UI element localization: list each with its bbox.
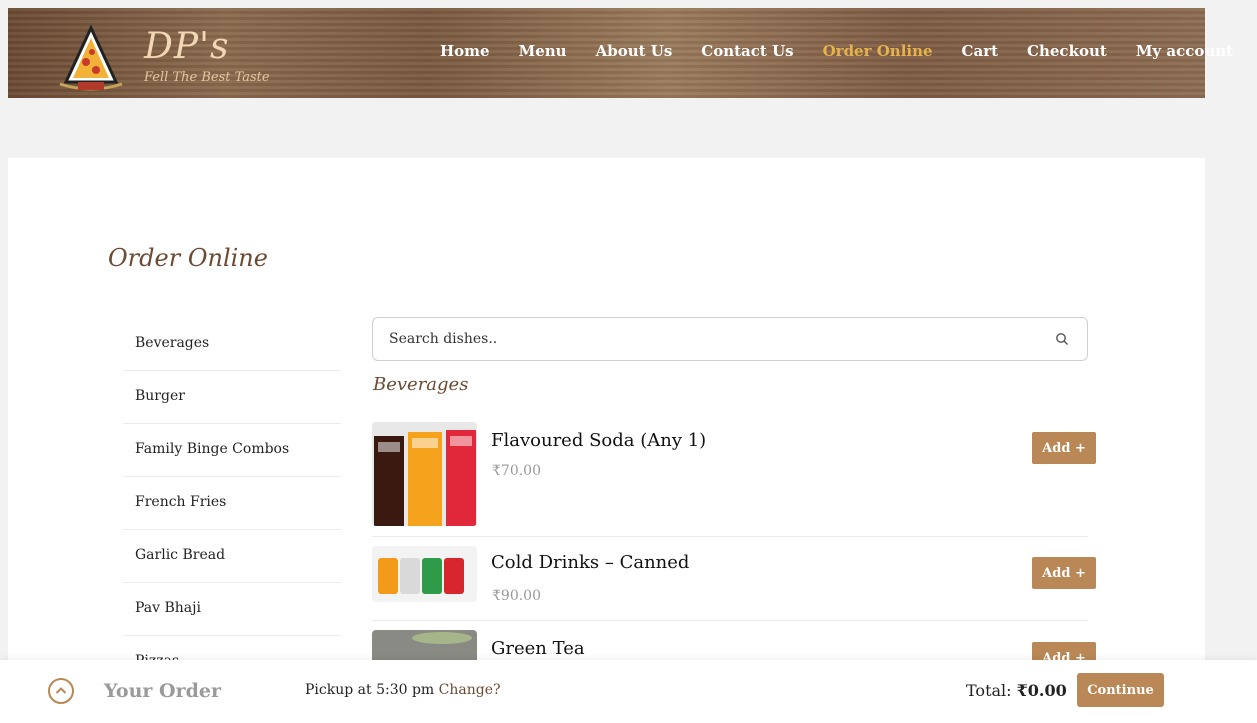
add-button[interactable]: Add + — [1032, 557, 1096, 589]
expand-order-button[interactable] — [48, 678, 74, 704]
pizza-logo-icon — [59, 24, 123, 91]
cold-drinks-image — [372, 546, 477, 602]
category-beverages[interactable]: Beverages — [123, 318, 341, 371]
menu-item: Flavoured Soda (Any 1) ₹70.00 Add + — [372, 422, 1096, 537]
pickup-info: Pickup at 5:30 pm Change? — [305, 682, 501, 698]
category-garlic-bread[interactable]: Garlic Bread — [123, 530, 341, 583]
page-title: Order Online — [108, 244, 268, 272]
nav-contact-us[interactable]: Contact Us — [701, 42, 793, 60]
category-list: Beverages Burger Family Binge Combos Fre… — [123, 318, 341, 688]
nav-home[interactable]: Home — [440, 42, 490, 60]
category-burger[interactable]: Burger — [123, 371, 341, 424]
main-nav: Home Menu About Us Contact Us Order Onli… — [440, 42, 1257, 60]
brand-tagline: Fell The Best Taste — [144, 70, 270, 85]
item-name: Green Tea — [491, 638, 585, 659]
continue-button[interactable]: Continue — [1077, 673, 1164, 707]
item-name: Cold Drinks – Canned — [491, 552, 690, 573]
total-label: Total: — [966, 681, 1012, 700]
menu-item: Cold Drinks – Canned ₹90.00 Add + — [372, 546, 1096, 621]
order-total: Total: ₹0.00 — [966, 681, 1067, 700]
nav-cart[interactable]: Cart — [962, 42, 999, 60]
total-value: ₹0.00 — [1016, 681, 1067, 700]
category-family-binge-combos[interactable]: Family Binge Combos — [123, 424, 341, 477]
item-name: Flavoured Soda (Any 1) — [491, 430, 707, 451]
section-title-beverages: Beverages — [373, 374, 469, 395]
search-input[interactable] — [387, 330, 1031, 348]
brand-name: DP's — [144, 26, 230, 67]
brand-logo[interactable]: DP's Fell The Best Taste — [56, 18, 296, 98]
nav-my-account[interactable]: My account — [1136, 42, 1233, 60]
your-order-title: Your Order — [104, 680, 221, 702]
nav-about-us[interactable]: About Us — [596, 42, 673, 60]
item-price: ₹90.00 — [492, 588, 541, 604]
nav-checkout[interactable]: Checkout — [1027, 42, 1107, 60]
item-price: ₹70.00 — [492, 463, 541, 479]
site-header: DP's Fell The Best Taste Home Menu About… — [8, 8, 1233, 98]
search-icon[interactable] — [1055, 332, 1069, 346]
pickup-time: Pickup at 5:30 pm — [305, 682, 435, 698]
change-pickup-link[interactable]: Change? — [439, 682, 501, 698]
add-button[interactable]: Add + — [1032, 432, 1096, 464]
nav-menu[interactable]: Menu — [519, 42, 567, 60]
chevron-up-icon — [55, 687, 67, 694]
order-summary-bar: Your Order Pickup at 5:30 pm Change? Tot… — [0, 660, 1257, 723]
order-online-card: Order Online Beverages Burger Family Bin… — [8, 158, 1205, 723]
flavoured-soda-image — [372, 422, 477, 526]
nav-order-online[interactable]: Order Online — [823, 42, 933, 60]
category-pav-bhaji[interactable]: Pav Bhaji — [123, 583, 341, 636]
category-french-fries[interactable]: French Fries — [123, 477, 341, 530]
search-box — [372, 317, 1088, 361]
